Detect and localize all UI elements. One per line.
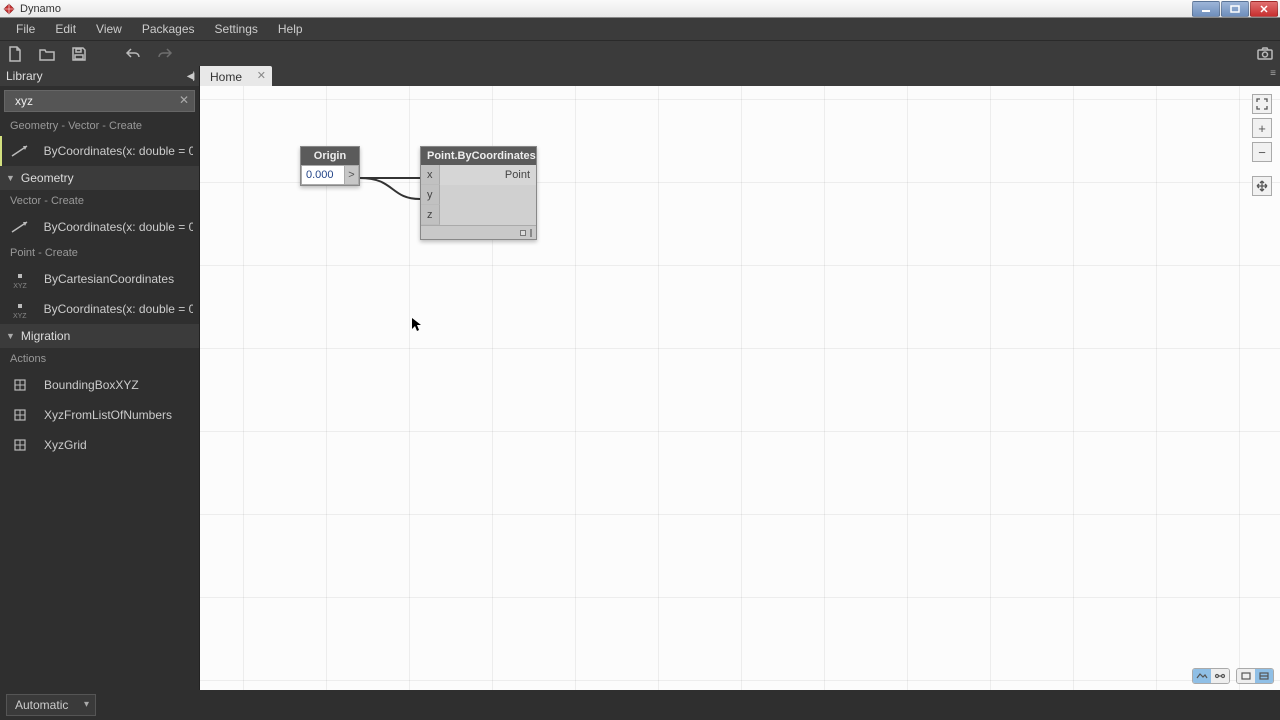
point-icon: XYZ	[6, 295, 34, 323]
category-label: Geometry	[21, 171, 74, 185]
library-panel: Library ◀| ✕ Geometry - Vector - Create …	[0, 66, 200, 690]
search-clear-icon[interactable]: ✕	[177, 93, 191, 107]
point-icon: XYZ	[6, 265, 34, 293]
menu-help[interactable]: Help	[268, 20, 313, 38]
tab-bar: Home ✕ ≡	[200, 66, 1280, 86]
lib-label: ByCartesianCoordinates	[44, 272, 174, 286]
menu-file[interactable]: File	[6, 20, 45, 38]
app-icon	[2, 2, 16, 16]
node-point-bycoordinates[interactable]: Point.ByCoordinates x y z Point	[420, 146, 537, 240]
node-handle-icon[interactable]	[530, 229, 532, 237]
lib-label: XyzFromListOfNumbers	[44, 408, 172, 422]
breadcrumb-actions: Actions	[0, 348, 199, 370]
status-bar: Automatic	[0, 690, 1280, 720]
toolbar	[0, 40, 1280, 66]
lib-label: ByCoordinates(x: double = 0	[44, 220, 193, 234]
category-geometry[interactable]: ▼ Geometry	[0, 166, 199, 190]
lib-item-boundingboxxyz[interactable]: BoundingBoxXYZ	[0, 370, 199, 400]
canvas-controls: + −	[1252, 94, 1272, 196]
library-title: Library	[6, 69, 43, 83]
zoom-in-button[interactable]: +	[1252, 118, 1272, 138]
library-collapse-icon[interactable]: ◀|	[187, 71, 193, 82]
geometry-view-button[interactable]	[1193, 669, 1211, 683]
window-maximize-button[interactable]	[1221, 1, 1249, 17]
open-file-button[interactable]	[38, 45, 56, 63]
lib-label: BoundingBoxXYZ	[44, 378, 139, 392]
fit-view-button[interactable]	[1252, 94, 1272, 114]
nav-3d-button[interactable]	[1237, 669, 1255, 683]
wire-layer	[200, 86, 1280, 690]
breadcrumb-top: Geometry - Vector - Create	[0, 116, 199, 136]
run-mode-select[interactable]: Automatic	[6, 694, 96, 716]
lib-item-xyzfromlistofnumbers[interactable]: XyzFromListOfNumbers	[0, 400, 199, 430]
package-icon	[6, 401, 34, 429]
lib-item-bycoordinates-point[interactable]: XYZ ByCoordinates(x: double = 0	[0, 294, 199, 324]
menu-settings[interactable]: Settings	[205, 20, 268, 38]
node-footer	[421, 225, 536, 239]
save-file-button[interactable]	[70, 45, 88, 63]
lib-item-bycoordinates-vector-top[interactable]: ByCoordinates(x: double = 0	[0, 136, 199, 166]
view-toggle	[1192, 668, 1274, 684]
node-origin[interactable]: Origin 0.000 >	[300, 146, 360, 186]
screenshot-button[interactable]	[1256, 45, 1274, 63]
input-port-y[interactable]: y	[421, 185, 440, 205]
zoom-out-button[interactable]: −	[1252, 142, 1272, 162]
input-port-x[interactable]: x	[421, 165, 440, 185]
lib-label: ByCoordinates(x: double = 0	[44, 144, 193, 158]
pan-button[interactable]	[1252, 176, 1272, 196]
input-port-z[interactable]: z	[421, 205, 440, 225]
run-mode-label: Automatic	[15, 698, 68, 712]
menu-edit[interactable]: Edit	[45, 20, 86, 38]
window-minimize-button[interactable]	[1192, 1, 1220, 17]
lib-label: XyzGrid	[44, 438, 87, 452]
cursor-icon	[412, 318, 422, 332]
category-migration[interactable]: ▼ Migration	[0, 324, 199, 348]
library-header: Library ◀|	[0, 66, 199, 86]
origin-value-input[interactable]: 0.000	[301, 165, 345, 185]
redo-button[interactable]	[156, 45, 174, 63]
package-icon	[6, 371, 34, 399]
nav-2d-button[interactable]	[1255, 669, 1273, 683]
node-header[interactable]: Point.ByCoordinates	[421, 147, 536, 165]
vector-icon	[6, 213, 34, 241]
titlebar: Dynamo	[0, 0, 1280, 18]
graph-view-button[interactable]	[1211, 669, 1229, 683]
new-file-button[interactable]	[6, 45, 24, 63]
tab-label: Home	[210, 70, 242, 84]
lacing-icon[interactable]	[520, 230, 526, 236]
library-search-input[interactable]	[4, 90, 195, 112]
node-header[interactable]: Origin	[301, 147, 359, 165]
origin-output-port[interactable]: >	[345, 165, 359, 185]
chevron-down-icon: ▼	[6, 173, 15, 183]
lib-label: ByCoordinates(x: double = 0	[44, 302, 193, 316]
output-port-point[interactable]: Point	[440, 165, 537, 185]
chevron-down-icon: ▼	[6, 331, 15, 341]
tab-home[interactable]: Home ✕	[200, 66, 272, 86]
lib-item-bycoordinates-vector[interactable]: ByCoordinates(x: double = 0	[0, 212, 199, 242]
vector-icon	[6, 137, 34, 165]
package-icon	[6, 431, 34, 459]
lib-item-xyzgrid[interactable]: XyzGrid	[0, 430, 199, 460]
menubar: File Edit View Packages Settings Help	[0, 18, 1280, 40]
undo-button[interactable]	[124, 45, 142, 63]
breadcrumb-point: Point - Create	[0, 242, 199, 264]
tab-close-icon[interactable]: ✕	[257, 69, 266, 82]
window-close-button[interactable]	[1250, 1, 1278, 17]
menu-view[interactable]: View	[86, 20, 132, 38]
graph-canvas[interactable]: Origin 0.000 > Point.ByCoordinates x y z…	[200, 86, 1280, 690]
menu-packages[interactable]: Packages	[132, 20, 205, 38]
breadcrumb-vector: Vector - Create	[0, 190, 199, 212]
window-title: Dynamo	[20, 3, 1191, 15]
tabs-menu-icon[interactable]: ≡	[1266, 66, 1280, 86]
category-label: Migration	[21, 329, 70, 343]
lib-item-bycartesiancoordinates[interactable]: XYZ ByCartesianCoordinates	[0, 264, 199, 294]
